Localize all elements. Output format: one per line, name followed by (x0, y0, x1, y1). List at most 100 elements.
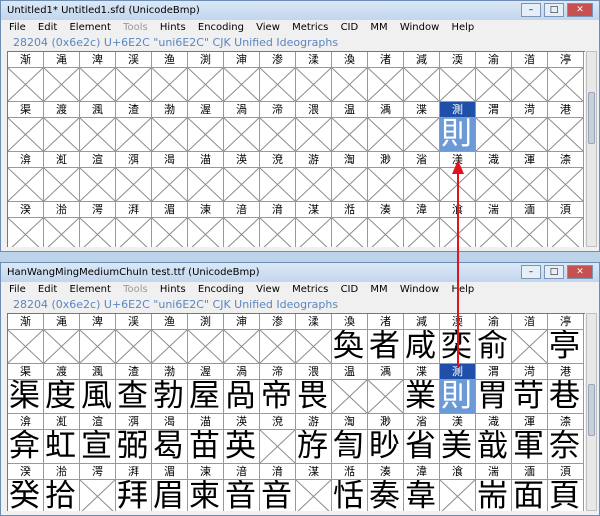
glyph-cell[interactable]: 渲宣 (80, 414, 116, 464)
glyph-cell[interactable]: 渼 (440, 152, 476, 202)
glyph-cell[interactable]: 渝 (476, 52, 512, 102)
glyph-cell[interactable]: 渝俞 (476, 314, 512, 364)
glyph-cell[interactable]: 渕 (188, 314, 224, 364)
glyph-cell[interactable]: 渦咼 (224, 364, 260, 414)
minimize-button[interactable]: – (521, 265, 541, 279)
glyph-cell[interactable]: 渣查 (116, 364, 152, 414)
glyph-cell[interactable]: 渙 (332, 52, 368, 102)
menu-view[interactable]: View (256, 22, 280, 33)
glyph-cell[interactable]: 渚 (368, 52, 404, 102)
menu-view[interactable]: View (256, 284, 280, 295)
glyph-cell[interactable]: 湊 (368, 202, 404, 247)
glyph-cell[interactable]: 渔 (152, 52, 188, 102)
menu-metrics[interactable]: Metrics (292, 284, 328, 295)
glyph-cell[interactable]: 渭 (476, 102, 512, 152)
glyph-cell[interactable]: 渠 (8, 102, 44, 152)
menu-window[interactable]: Window (400, 284, 439, 295)
glyph-cell[interactable]: 湌 (440, 464, 476, 511)
glyph-cell[interactable]: 湄眉 (152, 464, 188, 511)
glyph-cell[interactable]: 湎面 (512, 464, 548, 511)
glyph-cell[interactable]: 渚者 (368, 314, 404, 364)
glyph-cell[interactable]: 渾 (512, 152, 548, 202)
glyph-cell[interactable]: 湁 (44, 202, 80, 247)
glyph-cell[interactable]: 湀 (8, 202, 44, 247)
glyph-cell[interactable]: 湇音 (260, 464, 296, 511)
glyph-cell[interactable]: 湋 (404, 202, 440, 247)
menu-edit[interactable]: Edit (38, 22, 57, 33)
glyph-cell[interactable]: 渽 (476, 152, 512, 202)
glyph-cell[interactable]: 渵 (188, 152, 224, 202)
menu-file[interactable]: File (9, 284, 26, 295)
close-button[interactable]: ✕ (567, 3, 593, 17)
glyph-cell[interactable]: 渰弇 (8, 414, 44, 464)
glyph-cell[interactable]: 渿 (548, 152, 584, 202)
menu-element[interactable]: Element (69, 284, 110, 295)
glyph-cell[interactable]: 渹 (332, 152, 368, 202)
glyph-cell[interactable]: 港 (548, 102, 584, 152)
glyph-cell[interactable]: 渡 (44, 102, 80, 152)
maximize-button[interactable]: □ (544, 265, 564, 279)
glyph-cell[interactable]: 湂 (80, 464, 116, 511)
glyph-cell[interactable]: 湏 (548, 202, 584, 247)
glyph-cell[interactable]: 渤勃 (152, 364, 188, 414)
menu-help[interactable]: Help (451, 284, 474, 295)
glyph-cell[interactable]: 渡度 (44, 364, 80, 414)
glyph-cell[interactable]: 渟亭 (548, 314, 584, 364)
glyph-cell[interactable]: 港巷 (548, 364, 584, 414)
glyph-cell[interactable]: 渧 (260, 102, 296, 152)
glyph-cell[interactable]: 湁拾 (44, 464, 80, 511)
menu-mm[interactable]: MM (370, 284, 387, 295)
glyph-cell[interactable]: 渳 (116, 152, 152, 202)
glyph-cell[interactable]: 湍耑 (476, 464, 512, 511)
glyph-cell[interactable]: 渨 (296, 102, 332, 152)
glyph-cell[interactable]: 渐 (8, 314, 44, 364)
menu-window[interactable]: Window (400, 22, 439, 33)
glyph-cell[interactable]: 減咸 (404, 314, 440, 364)
close-button[interactable]: ✕ (567, 265, 593, 279)
glyph-cell[interactable]: 湇 (260, 202, 296, 247)
glyph-cell[interactable]: 渫 (404, 102, 440, 152)
maximize-button[interactable]: □ (544, 3, 564, 17)
menu-hints[interactable]: Hints (160, 284, 186, 295)
glyph-cell[interactable]: 渻省 (404, 414, 440, 464)
window-titlebar[interactable]: HanWangMingMediumChuIn test.ttf (Unicode… (1, 263, 599, 282)
glyph-cell[interactable]: 渴曷 (152, 414, 188, 464)
glyph-cell[interactable]: 渠渠 (8, 364, 44, 414)
glyph-cell[interactable]: 渒 (80, 52, 116, 102)
glyph-cell[interactable]: 湈 (296, 202, 332, 247)
glyph-cell[interactable]: 渥 (188, 102, 224, 152)
glyph-cell[interactable]: 渱虹 (44, 414, 80, 464)
glyph-cell[interactable]: 渮苛 (512, 364, 548, 414)
glyph-cell[interactable]: 湆音 (224, 464, 260, 511)
glyph-cell[interactable]: 渑 (44, 52, 80, 102)
glyph-cell[interactable]: 渽戠 (476, 414, 512, 464)
glyph-cell[interactable]: 渓 (116, 314, 152, 364)
glyph-cell[interactable]: 渐 (8, 52, 44, 102)
menu-file[interactable]: File (9, 22, 26, 33)
glyph-cell[interactable]: 渢 (80, 102, 116, 152)
glyph-cell[interactable]: 湄 (152, 202, 188, 247)
glyph-cell[interactable]: 渞 (512, 52, 548, 102)
vertical-scrollbar[interactable] (586, 51, 597, 247)
glyph-cell[interactable]: 渣 (116, 102, 152, 152)
glyph-cell[interactable]: 渞 (512, 314, 548, 364)
glyph-cell[interactable]: 渔 (152, 314, 188, 364)
glyph-cell[interactable]: 渘 (296, 52, 332, 102)
menu-cid[interactable]: CID (341, 22, 359, 33)
glyph-cell[interactable]: 湂 (80, 202, 116, 247)
glyph-cell[interactable]: 渕 (188, 52, 224, 102)
glyph-cell[interactable]: 湅 (188, 202, 224, 247)
glyph-cell[interactable]: 渖 (224, 52, 260, 102)
glyph-cell[interactable]: 渷 (260, 152, 296, 202)
glyph-cell[interactable]: 湉 (332, 202, 368, 247)
glyph-cell[interactable]: 湀癸 (8, 464, 44, 511)
glyph-cell[interactable]: 渶英 (224, 414, 260, 464)
vertical-scrollbar[interactable] (586, 313, 597, 511)
window-titlebar[interactable]: Untitled1* Untitled1.sfd (UnicodeBmp) – … (1, 1, 599, 20)
glyph-cell[interactable]: 温 (332, 102, 368, 152)
glyph-cell[interactable]: 渮 (512, 102, 548, 152)
glyph-cell[interactable]: 渷 (260, 414, 296, 464)
glyph-cell[interactable]: 渒 (80, 314, 116, 364)
glyph-cell[interactable]: 渪 (368, 364, 404, 414)
glyph-cell[interactable]: 渲 (80, 152, 116, 202)
